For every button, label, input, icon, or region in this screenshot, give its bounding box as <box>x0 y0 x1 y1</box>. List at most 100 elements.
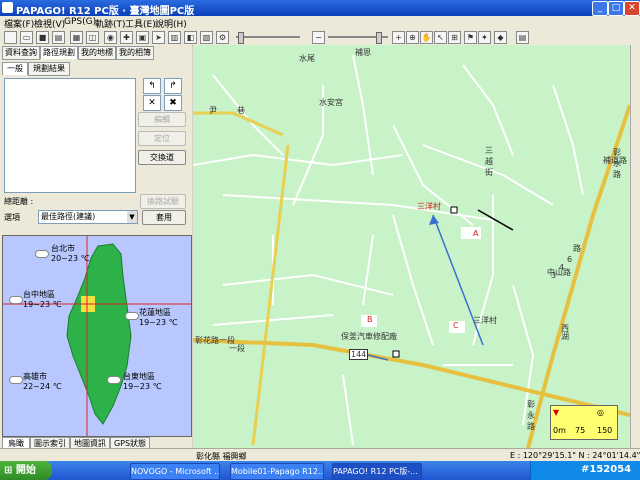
move-down-icon[interactable]: ↱ <box>164 78 182 94</box>
weather-taipei: 台北市 20~23 ℃ <box>51 244 90 263</box>
map-label-num3: 3 <box>551 271 557 280</box>
locate-button[interactable]: 定位 <box>138 131 186 146</box>
delete-point-icon[interactable]: ✕ <box>143 95 161 111</box>
cloud-icon <box>9 296 23 304</box>
task-novogo[interactable]: NOVOGO - Microsoft ... <box>130 463 220 480</box>
print-preview-icon[interactable]: ◫ <box>86 31 99 44</box>
route-flag-icon[interactable]: ⚑ <box>464 31 477 44</box>
close-button[interactable]: ✕ <box>624 1 640 16</box>
app-icon <box>2 2 13 13</box>
window-title: PAPAGO! R12 PC版 · 臺灣地圖PC版 <box>16 6 195 17</box>
weather-overview-map[interactable]: 台北市 20~23 ℃ 台中地區 19~23 ℃ 花蓮地區 19~23 ℃ 高雄市 22… <box>2 235 192 437</box>
task-papago[interactable]: PAPAGO! R12 PC版-... <box>332 463 422 480</box>
zoom-slider-thumb[interactable] <box>376 32 382 44</box>
route-option-select[interactable]: 最佳路徑(建議) ▼ <box>38 210 138 224</box>
new-icon[interactable] <box>4 31 17 44</box>
minimize-button[interactable]: _ <box>592 1 608 16</box>
map-label-num2: 4 <box>559 263 565 272</box>
open-icon[interactable]: ▭ <box>20 31 33 44</box>
pan-hand-icon[interactable]: ✋ <box>420 31 433 44</box>
map-label-road7: 補道路 <box>603 156 627 165</box>
map-label-num1: 6 <box>567 255 573 264</box>
map-marker-c: C <box>453 321 459 330</box>
speed-slider-thumb[interactable] <box>238 32 244 44</box>
compass-rose-icon: ◎ <box>597 408 604 417</box>
start-button[interactable]: ⊞ 開始 <box>0 461 52 480</box>
map-label-extra3: 路 <box>573 244 581 253</box>
settings-icon[interactable]: ⚙ <box>216 31 229 44</box>
route-option-value: 最佳路徑(建議) <box>41 212 96 221</box>
subtab-results[interactable]: 規劃結果 <box>28 62 70 76</box>
layer-icon[interactable]: ▧ <box>200 31 213 44</box>
tab-search[interactable]: 資料查詢 <box>2 46 40 60</box>
map-label-temple: 水安宮 <box>319 98 343 107</box>
arrow-icon[interactable]: ➤ <box>152 31 165 44</box>
system-tray: #152054 <box>530 461 640 480</box>
waypoint-icon[interactable]: ◆ <box>494 31 507 44</box>
book-icon[interactable]: ▥ <box>168 31 181 44</box>
cloud-icon <box>125 312 139 320</box>
left-panel: 資料查詢 路徑規劃 我的地標 我的相簿 一般 規劃結果 ↰ ↱ ✕ ✖ 編輯 定… <box>0 45 192 450</box>
status-bar: 彰化縣 福興鄉 E : 120°29'15.1" N : 24°01'14.4" <box>0 448 640 462</box>
tab-my-album[interactable]: 我的相簿 <box>116 46 154 60</box>
gps-icon[interactable]: ◉ <box>104 31 117 44</box>
tab-my-landmarks[interactable]: 我的地標 <box>78 46 116 60</box>
weather-hualien: 花蓮地區 19~23 ℃ <box>139 308 178 327</box>
map-label-extra1: 尹 <box>209 106 217 115</box>
map-icon[interactable]: ▣ <box>136 31 149 44</box>
scale-mid: 75 <box>575 426 586 435</box>
apply-button[interactable]: 套用 <box>142 210 186 225</box>
clear-all-icon[interactable]: ✖ <box>164 95 182 111</box>
print-icon[interactable]: ▦ <box>70 31 83 44</box>
map-label-hu: 湖 <box>561 332 569 341</box>
scale-max: 150 <box>597 426 613 435</box>
zoom-in-icon[interactable]: ⊕ <box>406 31 419 44</box>
edit-button[interactable]: 編輯 <box>138 112 186 127</box>
map-label-road1: 補恩 <box>355 48 371 57</box>
map-vertical-scrollbar[interactable] <box>630 45 640 448</box>
map-label-road2: 水尾 <box>299 54 315 63</box>
weather-taichung: 台中地區 19~23 ℃ <box>23 290 62 309</box>
weather-kaohsiung: 高雄市 22~24 ℃ <box>23 372 62 391</box>
map-label-road4: 一段 <box>229 344 245 353</box>
pointer-icon[interactable]: ↖ <box>434 31 447 44</box>
map-label-village1: 三洋村 <box>417 202 441 211</box>
tray-id: #152054 <box>581 464 632 475</box>
route-icon[interactable]: ✦ <box>478 31 491 44</box>
map-marker-b: B <box>367 315 373 324</box>
chevron-down-icon[interactable]: ▼ <box>127 211 137 223</box>
folder-icon[interactable]: ▤ <box>52 31 65 44</box>
route-point-list[interactable] <box>4 78 136 193</box>
photo-icon[interactable]: ◧ <box>184 31 197 44</box>
cloud-icon <box>107 376 121 384</box>
layers-icon[interactable]: ▤ <box>516 31 529 44</box>
save-icon[interactable]: ■ <box>36 31 49 44</box>
map-label-extra2: 巷 <box>237 106 245 115</box>
weather-taitung: 台東地區 19~23 ℃ <box>123 372 162 391</box>
route-trial-button[interactable]: 換路試驗 <box>140 194 186 209</box>
map-marker-a: A <box>473 229 479 238</box>
exchange-button[interactable]: 交換道 <box>138 150 186 165</box>
compass-icon[interactable]: ✚ <box>120 31 133 44</box>
measure-icon[interactable]: ⊞ <box>448 31 461 44</box>
maximize-button[interactable]: □ <box>608 1 624 16</box>
map-roads <box>193 54 630 448</box>
zoom-plus-icon[interactable]: + <box>392 31 405 44</box>
map-canvas[interactable]: 補恩 水尾 水安宮 三越街 彰水路 補道路 尹 巷 三洋村 A 路 中山路 6 … <box>193 45 630 448</box>
toolbar: ▭ ■ ▤ ▦ ◫ ◉ ✚ ▣ ➤ ▥ ◧ ▧ ⚙ − + ⊕ ✋ ↖ ⊞ ⚑ … <box>0 29 640 46</box>
windows-logo-icon: ⊞ <box>4 465 13 476</box>
subtab-general[interactable]: 一般 <box>2 62 28 75</box>
north-arrow-icon: ▼ <box>553 408 560 417</box>
task-mobile01[interactable]: Mobile01-Papago R12... <box>230 463 324 480</box>
menu-bar: 檔案(F) 檢視(V) GPS(G) 軌跡(T) 工具(E) 說明(H) <box>0 16 640 30</box>
total-distance-label: 總距離 : <box>4 197 34 206</box>
map-label-road5: 彰永路 <box>527 400 535 431</box>
scale-min: 0m <box>553 426 566 435</box>
speed-slider[interactable] <box>236 36 300 38</box>
zoom-minus-icon[interactable]: − <box>312 31 325 44</box>
tab-route-planning[interactable]: 路徑規劃 <box>40 46 78 59</box>
start-label: 開始 <box>15 465 36 476</box>
move-up-icon[interactable]: ↰ <box>143 78 161 94</box>
status-coords: E : 120°29'15.1" N : 24°01'14.4" <box>510 451 640 460</box>
menu-gps[interactable]: GPS(G) <box>64 17 96 27</box>
